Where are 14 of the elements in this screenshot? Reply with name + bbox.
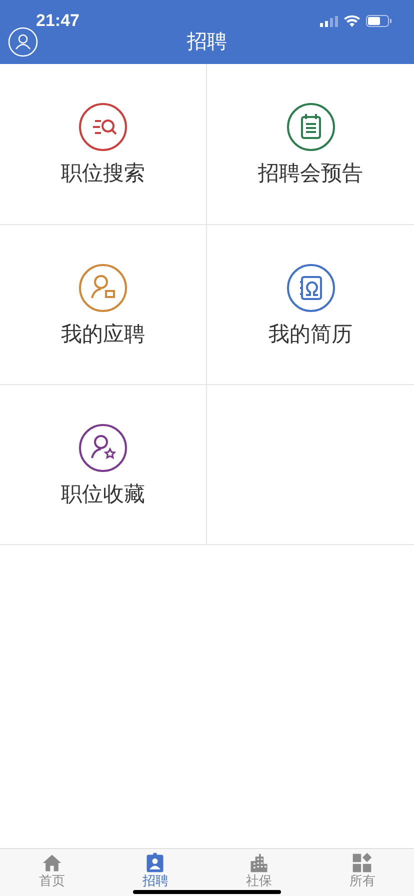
wifi-icon [344,15,360,27]
menu-item[interactable]: 我的应聘 [61,321,145,349]
apps-grid-icon [351,852,374,874]
user-avatar-icon[interactable] [8,27,38,57]
battery-icon [366,15,392,27]
status-time: 21:47 [36,12,80,29]
menu-item[interactable]: 职位收藏 [61,481,145,509]
signal-icon [320,16,338,26]
home-icon [40,852,63,874]
id-badge-icon [144,852,166,874]
menu-item[interactable]: 我的简历 [268,321,352,349]
page-title: 招聘 [186,30,228,54]
menu-item[interactable]: 招聘会预告 [258,160,363,188]
menu-item[interactable]: 职位搜索 [61,160,145,188]
